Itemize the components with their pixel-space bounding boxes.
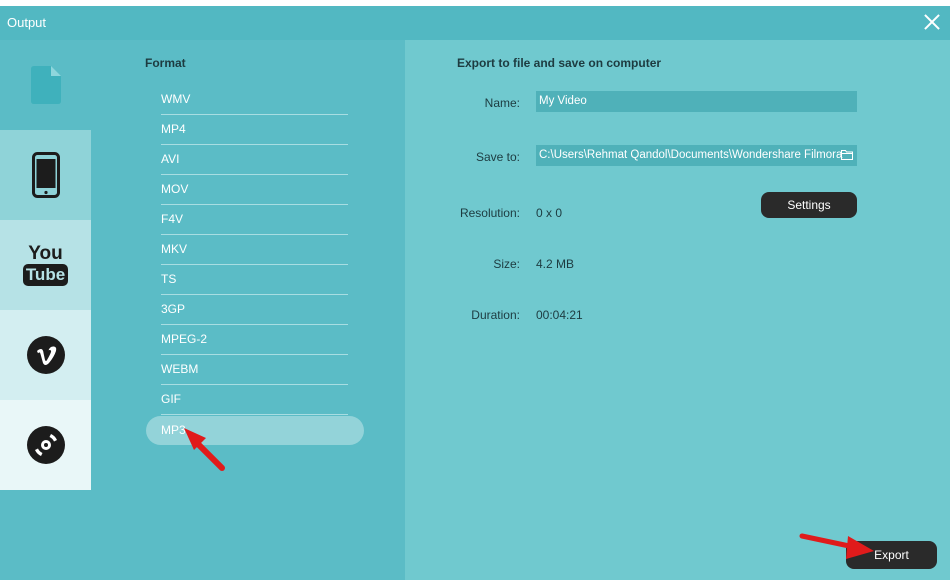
size-value: 4.2 MB (536, 257, 575, 271)
format-option[interactable]: F4V (161, 205, 348, 235)
save-to-path: C:\Users\Rehmat Qandol\Documents\Wonders… (539, 149, 843, 161)
youtube-logo-text-bottom: Tube (22, 264, 69, 286)
format-heading: Format (145, 56, 186, 70)
name-field[interactable]: My Video (536, 91, 857, 112)
format-option[interactable]: 3GP (161, 295, 348, 325)
save-to-field[interactable]: C:\Users\Rehmat Qandol\Documents\Wonders… (536, 145, 857, 166)
duration-label: Duration: (471, 308, 520, 322)
dvd-disc-icon (26, 426, 65, 464)
duration-value: 00:04:21 (536, 308, 583, 322)
name-label: Name: (484, 96, 520, 110)
resolution-value: 0 x 0 (536, 206, 563, 220)
youtube-logo-text-top: You (28, 243, 63, 264)
folder-icon[interactable] (841, 149, 853, 160)
save-to-label: Save to: (475, 150, 520, 164)
settings-button[interactable]: Settings (761, 192, 857, 218)
size-label: Size: (493, 257, 520, 271)
format-option[interactable]: GIF (161, 385, 348, 415)
vimeo-icon (26, 336, 65, 374)
nav-item-dvd[interactable] (0, 400, 91, 490)
format-option-selected[interactable]: MP3 (146, 416, 364, 445)
format-option[interactable]: TS (161, 265, 348, 295)
nav-item-vimeo[interactable] (0, 310, 91, 400)
window-title: Output (7, 15, 47, 30)
format-option[interactable]: MKV (161, 235, 348, 265)
title-bar: Output (0, 6, 950, 40)
format-option[interactable]: MP4 (161, 115, 348, 145)
device-file-icon (30, 66, 61, 104)
format-option[interactable]: WMV (161, 85, 348, 115)
format-option[interactable]: MOV (161, 175, 348, 205)
resolution-label: Resolution: (459, 206, 520, 220)
export-details-panel: Export to file and save on computer Name… (405, 40, 950, 580)
export-button[interactable]: Export (846, 541, 937, 569)
nav-item-local[interactable] (0, 40, 91, 130)
output-dialog: Output You Tube Format WMV MP4 AVI MOV F… (0, 6, 950, 580)
output-target-nav: You Tube (0, 40, 105, 490)
export-heading: Export to file and save on computer (457, 56, 662, 70)
youtube-icon: You Tube (22, 243, 69, 286)
nav-item-device[interactable] (0, 130, 91, 220)
smartphone-icon (31, 152, 60, 198)
format-option[interactable]: MPEG-2 (161, 325, 348, 355)
format-option[interactable]: WEBM (161, 355, 348, 385)
format-panel: Format WMV MP4 AVI MOV F4V MKV TS 3GP MP… (91, 40, 405, 580)
close-icon[interactable] (922, 12, 942, 32)
nav-item-youtube[interactable]: You Tube (0, 220, 91, 310)
format-option[interactable]: AVI (161, 145, 348, 175)
